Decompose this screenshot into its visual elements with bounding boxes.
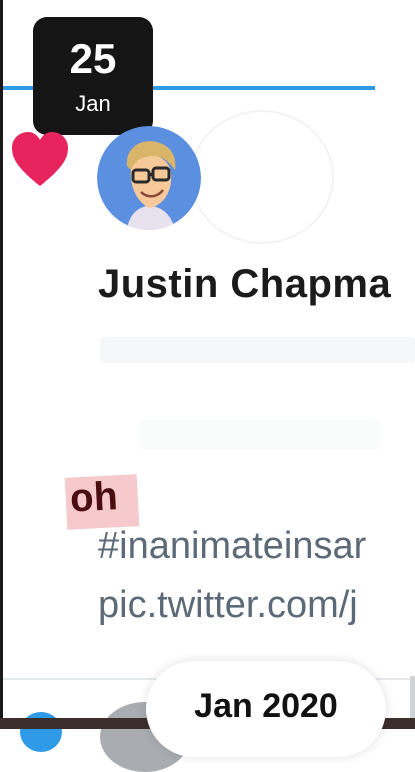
tab-label-partial[interactable] [95,0,143,14]
pic-link[interactable]: pic.twitter.com/j [98,584,358,627]
month-label: Jan 2020 [194,687,338,725]
date-badge: 25 Jan [33,17,153,135]
heart-icon[interactable] [10,130,70,188]
avatar[interactable] [97,126,201,230]
display-name[interactable]: Justin Chapma [98,262,391,307]
faded-handle-line [100,337,415,363]
sticker: oh [64,474,140,530]
date-month: Jan [75,91,111,116]
month-pill[interactable]: Jan 2020 [146,661,386,757]
sticker-text: oh [68,477,120,525]
faded-text-line [140,420,380,450]
faded-overlay-shape [190,110,334,244]
hashtag-link[interactable]: #inanimateinsar [98,525,366,568]
frame-left-edge [0,0,3,729]
date-day: 25 [69,35,117,82]
